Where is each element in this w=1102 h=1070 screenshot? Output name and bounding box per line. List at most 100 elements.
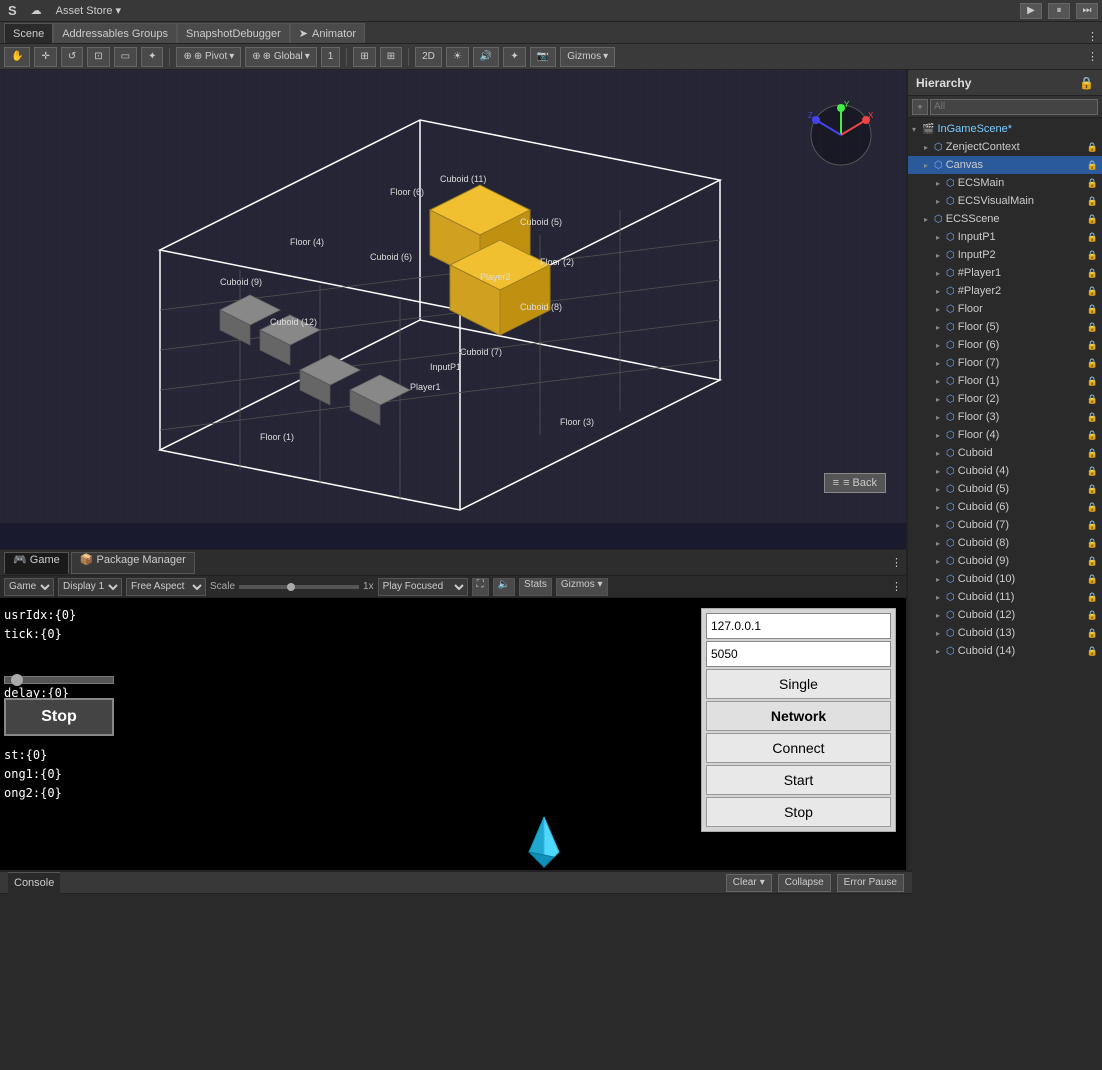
cloud-btn[interactable]: ☁ [27,4,46,17]
hierarchy-lock-btn[interactable]: 🔒 [1079,76,1094,90]
mute-btn[interactable]: 🔈 [493,578,515,596]
tree-item-icon: ⬡ [934,160,943,171]
move-tool[interactable]: ✛ [34,47,56,67]
tree-item-label: Cuboid (13) [958,627,1015,639]
stats-btn[interactable]: Stats [519,578,552,596]
unity-logo[interactable]: S [4,3,21,18]
port-input[interactable] [706,641,891,667]
animator-tab[interactable]: ➤ Animator [290,23,365,43]
connect-button[interactable]: Connect [706,733,891,763]
pivot-btn[interactable]: ⊕ ⊕ Pivot ▾ [176,47,241,67]
pause-button[interactable]: ⏸ [1048,3,1070,19]
scene-canvas[interactable]: Cuboid (11) Cuboid (5) Floor (2) Floor (… [0,70,906,523]
rect-tool[interactable]: ▭ [114,47,137,67]
tree-item-23[interactable]: ▸⬡Cuboid (8)🔒 [908,534,1102,552]
ip-input[interactable] [706,613,891,639]
snapshot-tab[interactable]: SnapshotDebugger [177,23,290,43]
light-btn[interactable]: ☀ [446,47,469,67]
tree-item-3[interactable]: ▸⬡ECSMain🔒 [908,174,1102,192]
addressables-tab[interactable]: Addressables Groups [53,23,177,43]
tree-item-20[interactable]: ▸⬡Cuboid (5)🔒 [908,480,1102,498]
single-button[interactable]: Single [706,669,891,699]
tree-item-27[interactable]: ▸⬡Cuboid (12)🔒 [908,606,1102,624]
tree-item-5[interactable]: ▸⬡ECSScene🔒 [908,210,1102,228]
tree-item-11[interactable]: ▸⬡Floor (5)🔒 [908,318,1102,336]
tree-item-12[interactable]: ▸⬡Floor (6)🔒 [908,336,1102,354]
tree-lock-icon: 🔒 [1087,430,1098,441]
console-tab[interactable]: Console [8,872,60,894]
toolbar-more[interactable]: ⋮ [1087,50,1098,63]
transform-tool[interactable]: ✦ [141,47,163,67]
tree-item-26[interactable]: ▸⬡Cuboid (11)🔒 [908,588,1102,606]
number-field[interactable]: 1 [321,47,341,67]
error-pause-btn[interactable]: Error Pause [837,874,904,892]
game-more-btn[interactable]: ⋮ [891,580,902,593]
tree-item-13[interactable]: ▸⬡Floor (7)🔒 [908,354,1102,372]
tree-item-21[interactable]: ▸⬡Cuboid (6)🔒 [908,498,1102,516]
display-select[interactable]: Display 1 [58,578,122,596]
tree-item-18[interactable]: ▸⬡Cuboid🔒 [908,444,1102,462]
tree-item-22[interactable]: ▸⬡Cuboid (7)🔒 [908,516,1102,534]
hand-tool[interactable]: ✋ [4,47,30,67]
tree-item-28[interactable]: ▸⬡Cuboid (13)🔒 [908,624,1102,642]
stop-network-button[interactable]: Stop [706,797,891,827]
animator-icon: ➤ [299,27,308,40]
hierarchy-add-btn[interactable]: + [912,99,928,115]
tree-item-7[interactable]: ▸⬡InputP2🔒 [908,246,1102,264]
grid-btn[interactable]: ⊞ [380,47,402,67]
scale-track[interactable] [239,585,359,589]
rotate-tool[interactable]: ↺ [61,47,83,67]
step-button[interactable]: ⏭ [1076,3,1098,19]
stop-game-button[interactable]: Stop [4,698,114,736]
tree-item-2[interactable]: ▸⬡Canvas🔒 [908,156,1102,174]
tree-item-19[interactable]: ▸⬡Cuboid (4)🔒 [908,462,1102,480]
tree-item-10[interactable]: ▸⬡Floor🔒 [908,300,1102,318]
play-button[interactable]: ▶ [1020,3,1042,19]
scale-tool[interactable]: ⊡ [87,47,109,67]
start-button[interactable]: Start [706,765,891,795]
tree-item-8[interactable]: ▸⬡#Player1🔒 [908,264,1102,282]
fx-btn[interactable]: ✦ [503,47,525,67]
layers-btn[interactable]: ⊞ [353,47,375,67]
tree-item-17[interactable]: ▸⬡Floor (4)🔒 [908,426,1102,444]
tree-item-9[interactable]: ▸⬡#Player2🔒 [908,282,1102,300]
tree-item-16[interactable]: ▸⬡Floor (3)🔒 [908,408,1102,426]
scale-value: 1x [363,581,374,592]
scene-tab[interactable]: Scene [4,23,53,43]
tree-item-0[interactable]: ▾🎬InGameScene* [908,120,1102,138]
scene-back-btn[interactable]: ≡ ≡ Back [824,473,886,493]
game-select[interactable]: Game [4,578,54,596]
network-button[interactable]: Network [706,701,891,731]
delay-slider[interactable] [4,676,114,684]
tree-item-29[interactable]: ▸⬡Cuboid (14)🔒 [908,642,1102,660]
tree-item-14[interactable]: ▸⬡Floor (1)🔒 [908,372,1102,390]
light-icon: ☀ [453,51,462,62]
aspect-select[interactable]: Free Aspect [126,578,206,596]
game-tab[interactable]: 🎮 Game [4,552,69,574]
audio-icon: 🔊 [480,51,492,62]
clear-btn[interactable]: Clear ▾ [726,874,772,892]
package-manager-tab[interactable]: 📦 Package Manager [71,552,195,574]
game-tabs-more[interactable]: ⋮ [891,556,902,569]
scene-cam-btn[interactable]: 📷 [530,47,556,67]
audio-btn[interactable]: 🔊 [473,47,499,67]
toolbar-menu-btn[interactable]: ⋮ [1087,30,1098,43]
hierarchy-toolbar: + [908,96,1102,118]
tree-item-25[interactable]: ▸⬡Cuboid (10)🔒 [908,570,1102,588]
tree-arrow: ▸ [936,251,946,260]
tree-item-1[interactable]: ▸⬡ZenjectContext🔒 [908,138,1102,156]
collapse-btn[interactable]: Collapse [778,874,831,892]
asset-store-btn[interactable]: Asset Store ▾ [52,4,125,17]
gizmo-widget[interactable]: X Y Z [806,100,876,170]
tree-item-6[interactable]: ▸⬡InputP1🔒 [908,228,1102,246]
hierarchy-search[interactable] [930,99,1098,115]
maximize-btn[interactable]: ⛶ [472,578,489,596]
gizmos-game-btn[interactable]: Gizmos ▾ [556,578,608,596]
tree-item-24[interactable]: ▸⬡Cuboid (9)🔒 [908,552,1102,570]
tree-item-15[interactable]: ▸⬡Floor (2)🔒 [908,390,1102,408]
play-focused-select[interactable]: Play Focused [378,578,468,596]
gizmos-btn[interactable]: Gizmos▾ [560,47,615,67]
twod-btn[interactable]: 2D [415,47,442,67]
global-btn[interactable]: ⊕ ⊕ Global ▾ [245,47,317,67]
tree-item-4[interactable]: ▸⬡ECSVisualMain🔒 [908,192,1102,210]
